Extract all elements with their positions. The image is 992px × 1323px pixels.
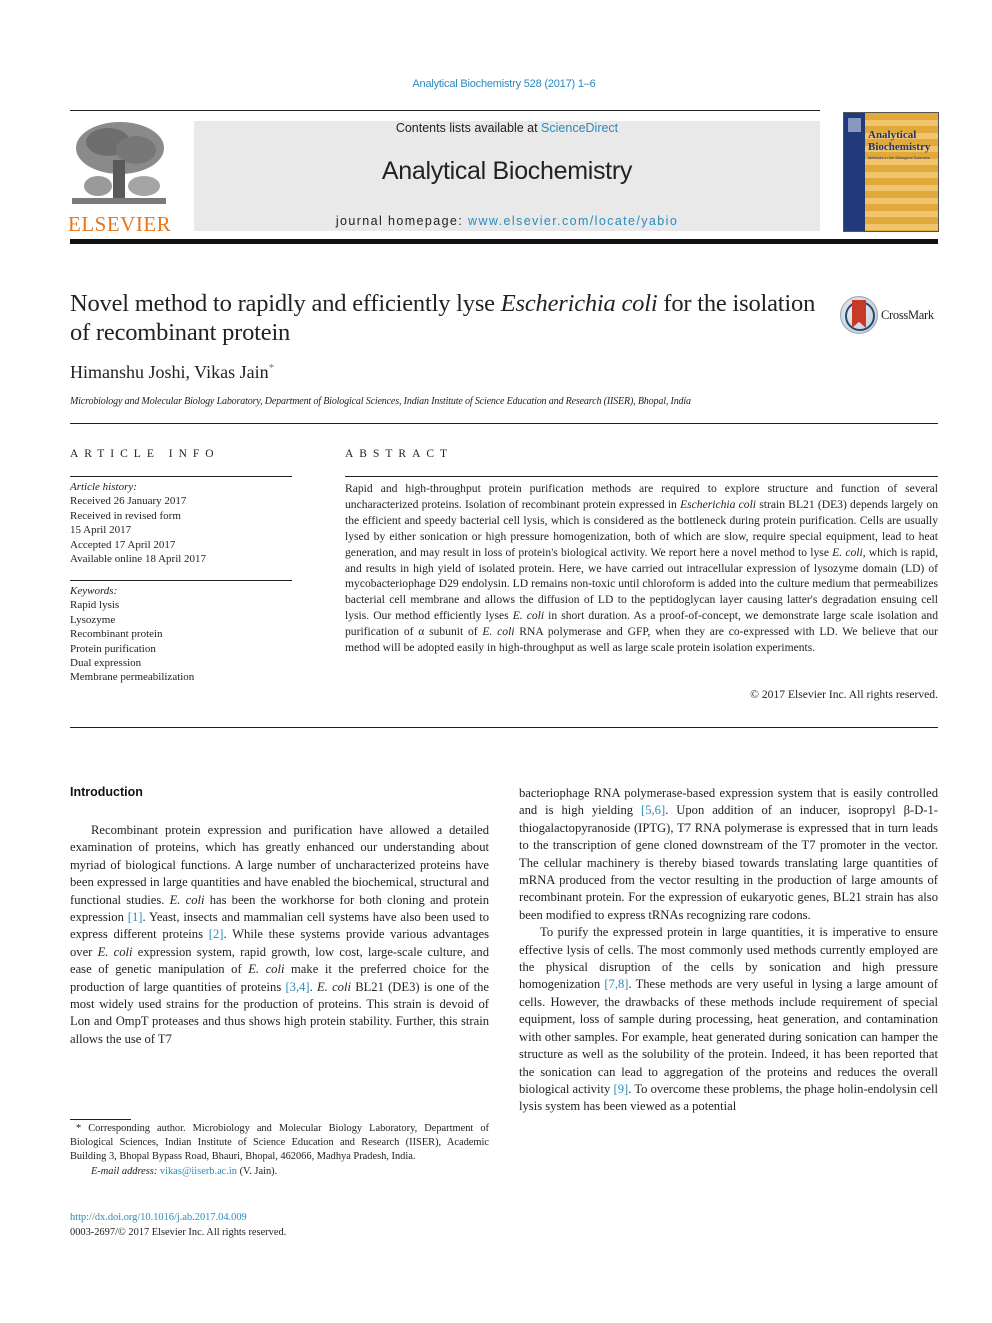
article-history: Article history: Received 26 January 201…: [70, 480, 206, 566]
cover-title: Analytical Biochemistry: [868, 129, 930, 153]
abstract-copyright: © 2017 Elsevier Inc. All rights reserved…: [750, 688, 938, 701]
email-line: E-mail address: vikas@iiserb.ac.in (V. J…: [70, 1165, 489, 1179]
doi-link[interactable]: http://dx.doi.org/10.1016/j.ab.2017.04.0…: [70, 1210, 286, 1225]
history-item: Accepted 17 April 2017: [70, 538, 176, 551]
email-label: E-mail address:: [91, 1165, 160, 1177]
footnote-rule: [70, 1119, 131, 1120]
corresponding-author-mark[interactable]: *: [269, 362, 275, 374]
article-title: Novel method to rapidly and efficiently …: [70, 289, 830, 347]
citation-link[interactable]: [1]: [128, 910, 143, 924]
citation-link[interactable]: [7,8]: [604, 977, 628, 991]
homepage-prefix: journal homepage:: [335, 214, 469, 228]
history-item: Available online 18 April 2017: [70, 553, 207, 566]
keyword: Membrane permeabilization: [70, 671, 195, 684]
email-link[interactable]: vikas@iiserb.ac.in: [160, 1166, 237, 1177]
history-item: Received 26 January 2017: [70, 495, 187, 508]
header-thick-divider: [70, 239, 938, 244]
abstract-divider: [345, 476, 938, 477]
header-divider: [70, 110, 820, 111]
article-history-label: Article history:: [70, 481, 137, 493]
citation-link[interactable]: [2]: [209, 927, 224, 941]
crossmark-button[interactable]: CrossMark: [840, 296, 940, 336]
corresponding-author-note: * Corresponding author. Microbiology and…: [70, 1123, 489, 1163]
body-column-right: bacteriophage RNA polymerase-based expre…: [519, 785, 938, 1116]
intro-paragraph-1-continued: bacteriophage RNA polymerase-based expre…: [519, 786, 938, 922]
contents-prefix: Contents lists available at: [395, 121, 542, 135]
sciencedirect-link[interactable]: ScienceDirect: [541, 121, 618, 135]
title-part1: Novel method to rapidly and efficiently …: [70, 290, 501, 317]
author-names: Himanshu Joshi, Vikas Jain: [70, 362, 269, 382]
affiliation-divider: [70, 423, 938, 424]
history-item: 15 April 2017: [70, 524, 132, 537]
title-italic: Escherichia coli: [500, 290, 658, 317]
citation-link[interactable]: [5,6]: [641, 803, 665, 817]
abstract-text: Rapid and high-throughput protein purifi…: [345, 482, 939, 655]
issn-copyright: 0003-2697/© 2017 Elsevier Inc. All right…: [70, 1227, 287, 1238]
keywords: Keywords: Rapid lysis Lysozyme Recombina…: [70, 584, 194, 685]
citation-link[interactable]: [9]: [614, 1082, 629, 1096]
journal-homepage-link[interactable]: www.elsevier.com/locate/yabio: [468, 214, 678, 228]
journal-cover-thumbnail[interactable]: Analytical Biochemistry Methods in the B…: [843, 112, 939, 232]
cover-subtitle: Methods in the Biological Sciences: [868, 155, 930, 160]
crossmark-label: CrossMark: [881, 308, 934, 322]
affiliation: Microbiology and Molecular Biology Labor…: [70, 396, 691, 407]
elsevier-tree-icon: [68, 120, 170, 208]
intro-paragraph-2: To purify the expressed protein in large…: [519, 925, 938, 1114]
homepage-line: journal homepage: www.elsevier.com/locat…: [194, 214, 820, 228]
article-info-divider: [70, 476, 292, 477]
introduction-heading: Introduction: [70, 785, 143, 799]
keyword: Lysozyme: [70, 613, 116, 626]
article-info-heading: ARTICLE INFO: [70, 448, 220, 460]
footnote: * Corresponding author. Microbiology and…: [70, 1122, 489, 1179]
authors: Himanshu Joshi, Vikas Jain*: [70, 362, 274, 383]
keyword: Recombinant protein: [70, 628, 163, 641]
cover-emblem-icon: [848, 118, 861, 132]
intro-paragraph-1: Recombinant protein expression and purif…: [70, 823, 490, 1046]
keyword: Protein purification: [70, 642, 156, 655]
elsevier-logo[interactable]: ELSEVIER: [68, 120, 172, 236]
body-column-left: Recombinant protein expression and purif…: [70, 822, 489, 1048]
abstract-heading: ABSTRACT: [345, 448, 454, 460]
cover-title-line1: Analytical: [868, 129, 917, 141]
journal-reference-link[interactable]: Analytical Biochemistry 528 (2017) 1–6: [0, 78, 992, 90]
crossmark-icon: [840, 296, 878, 334]
journal-banner: Contents lists available at ScienceDirec…: [194, 121, 820, 231]
elsevier-wordmark: ELSEVIER: [68, 212, 172, 236]
citation-link[interactable]: [3,4]: [285, 980, 309, 994]
history-item: Received in revised form: [70, 509, 181, 522]
keywords-label: Keywords:: [70, 585, 118, 597]
contents-line: Contents lists available at ScienceDirec…: [194, 121, 820, 135]
cover-title-line2: Biochemistry: [868, 141, 931, 153]
keyword: Rapid lysis: [70, 599, 120, 612]
cover-spine: [844, 113, 865, 231]
abstract-end-divider: [70, 727, 938, 728]
keyword: Dual expression: [70, 657, 142, 670]
email-suffix: (V. Jain).: [236, 1165, 278, 1177]
doi-block: http://dx.doi.org/10.1016/j.ab.2017.04.0…: [70, 1210, 286, 1240]
journal-title: Analytical Biochemistry: [381, 157, 633, 185]
keywords-divider: [70, 580, 292, 581]
